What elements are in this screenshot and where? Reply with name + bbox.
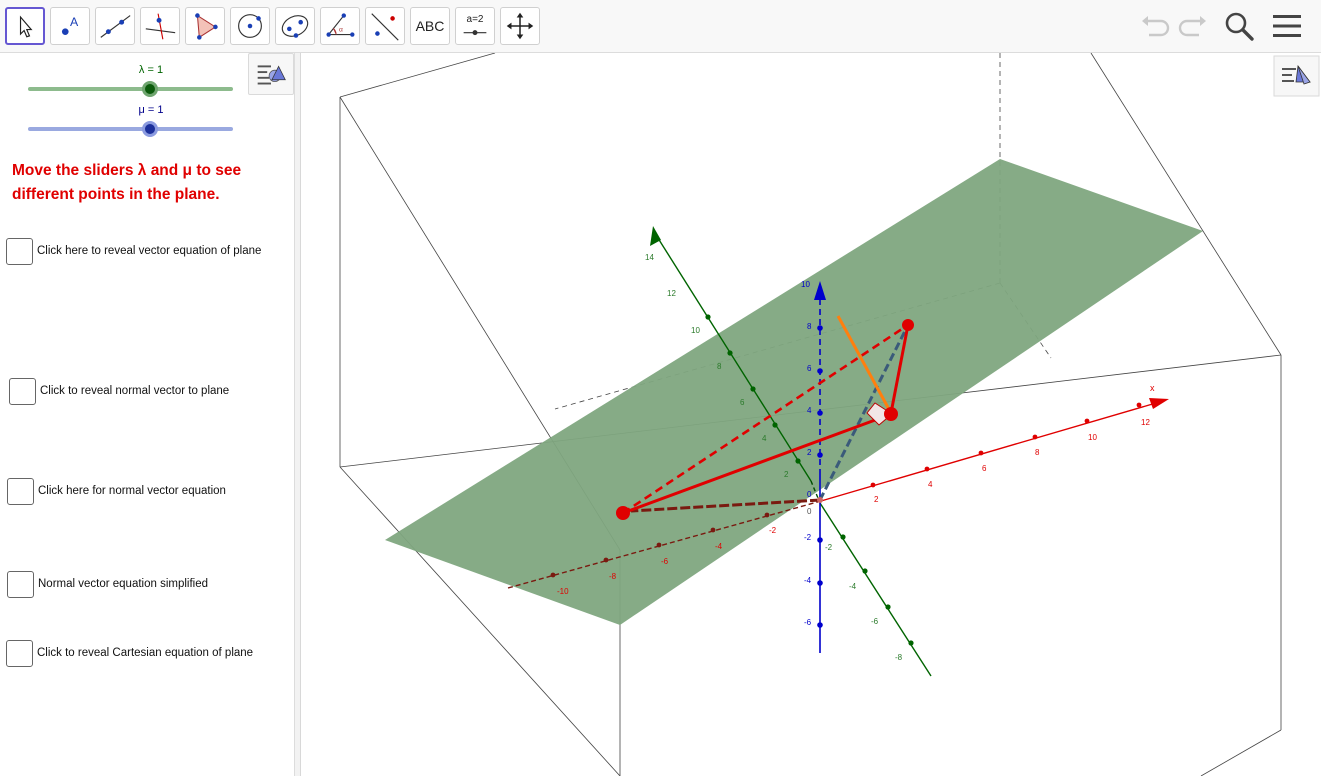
- move-arrows-icon: [506, 12, 534, 40]
- y-tick-label: 12: [667, 289, 676, 298]
- menu-icon: [1273, 15, 1301, 37]
- checkbox-label: Normal vector equation simplified: [38, 578, 209, 590]
- mu-slider-knob[interactable]: [142, 121, 158, 137]
- text-tool-label: ABC: [415, 18, 445, 34]
- checkbox-normal-vector-equation[interactable]: [7, 477, 34, 505]
- point-icon: A: [61, 15, 79, 35]
- z-tick-label: -4: [804, 576, 812, 585]
- move-tool-button[interactable]: [5, 7, 45, 45]
- polygon-tool-button[interactable]: [185, 7, 225, 45]
- y-tick-label: 6: [740, 398, 745, 407]
- scene-3d[interactable]: -10 -8 -6 -4 -2 2 4 6 8 10 12 x -8 -6 -4…: [301, 53, 1321, 776]
- y-tick-label: 4: [762, 434, 767, 443]
- slider-icon: [463, 30, 487, 36]
- x-tick-label: -6: [661, 557, 669, 566]
- graphics-style-bar-toggle[interactable]: [1273, 55, 1320, 97]
- search-button[interactable]: [1222, 9, 1258, 43]
- y-tick-label: 8: [717, 362, 722, 371]
- z-tick-label: -6: [804, 618, 812, 627]
- x-tick-label: 4: [928, 480, 933, 489]
- checkbox-label: Click to reveal Cartesian equation of pl…: [37, 647, 254, 659]
- lambda-slider-label: λ = 1: [138, 64, 164, 76]
- checkbox-cartesian-equation[interactable]: [6, 639, 33, 667]
- move-graphics-tool-button[interactable]: [500, 7, 540, 45]
- x-tick-label: -8: [609, 572, 617, 581]
- y-tick-label: -2: [825, 543, 833, 552]
- redo-button[interactable]: [1175, 9, 1211, 43]
- z-tick-label: 8: [807, 322, 812, 331]
- ellipse-icon: [281, 15, 309, 38]
- y-tick-label: 14: [645, 253, 654, 262]
- y-tick-label: -4: [849, 582, 857, 591]
- y-tick-label: -6: [871, 617, 879, 626]
- checkbox-label: Click to reveal normal vector to plane: [40, 385, 230, 397]
- polygon-icon: [195, 13, 218, 40]
- z-tick-label: 0: [807, 490, 812, 499]
- z-tick-label: 2: [807, 448, 812, 457]
- x-tick-label: -4: [715, 542, 723, 551]
- checkbox-label: Click here for normal vector equation: [38, 485, 226, 497]
- checkbox-row-vector-equation[interactable]: Click here to reveal vector equation of …: [6, 237, 261, 265]
- checkbox-normal-equation-simplified[interactable]: [7, 570, 34, 598]
- mu-slider-track[interactable]: [28, 127, 233, 131]
- x-tick-label: 8: [1035, 448, 1040, 457]
- lambda-slider-knob[interactable]: [142, 81, 158, 97]
- line-icon: [100, 15, 131, 38]
- line-tool-button[interactable]: [95, 7, 135, 45]
- x-tick-label: -2: [769, 526, 777, 535]
- svg-text:α: α: [339, 27, 343, 34]
- x-tick-label: 2: [874, 495, 879, 504]
- perpendicular-line-icon: [145, 13, 176, 40]
- angle-icon: α: [326, 13, 355, 37]
- z-tick-label: 6: [807, 364, 812, 373]
- mu-slider-label: μ = 1: [138, 104, 164, 116]
- checkbox-label: Click here to reveal vector equation of …: [37, 245, 262, 257]
- x-tick-label: 10: [1088, 433, 1097, 442]
- redo-icon: [1178, 16, 1206, 37]
- origin-label: 0: [807, 507, 812, 516]
- checkbox-vector-equation[interactable]: [6, 237, 33, 265]
- y-tick-label: 2: [784, 470, 789, 479]
- cursor-arrow-icon: [19, 15, 33, 38]
- toolbar: A α ABC a=2: [0, 0, 1321, 53]
- lambda-slider-track[interactable]: [28, 87, 233, 91]
- checkbox-row-normal-equation-simplified[interactable]: Normal vector equation simplified: [7, 570, 208, 598]
- checkbox-row-normal-vector-equation[interactable]: Click here for normal vector equation: [7, 477, 226, 505]
- conic-tool-button[interactable]: [275, 7, 315, 45]
- algebra-style-bar-toggle[interactable]: [248, 53, 294, 95]
- reflect-tool-button[interactable]: [365, 7, 405, 45]
- undo-button[interactable]: [1137, 9, 1173, 43]
- checkbox-row-cartesian-equation[interactable]: Click to reveal Cartesian equation of pl…: [6, 639, 253, 667]
- circle-tool-button[interactable]: [230, 7, 270, 45]
- style-bar-icon: [257, 65, 286, 85]
- main-menu-button[interactable]: [1269, 9, 1305, 43]
- algebra-panel: λ = 1 μ = 1 Move the sliders λ and μ to …: [0, 53, 295, 776]
- angle-tool-button[interactable]: α: [320, 7, 360, 45]
- search-icon: [1225, 12, 1254, 41]
- z-tick-label: -2: [804, 533, 812, 542]
- checkbox-row-normal-vector[interactable]: Click to reveal normal vector to plane: [9, 377, 229, 405]
- circle-icon: [238, 14, 262, 38]
- text-tool-button[interactable]: ABC: [410, 7, 450, 45]
- x-tick-label: -10: [557, 587, 569, 596]
- slider-tool-button[interactable]: a=2: [455, 7, 495, 45]
- y-tick-label: -8: [895, 653, 903, 662]
- z-tick-label: 10: [801, 280, 810, 289]
- reflect-icon: [371, 13, 399, 41]
- perpendicular-line-tool-button[interactable]: [140, 7, 180, 45]
- z-tick-label: 4: [807, 406, 812, 415]
- plane-surface[interactable]: [385, 159, 1203, 625]
- point-tool-button[interactable]: A: [50, 7, 90, 45]
- x-tick-label: 6: [982, 464, 987, 473]
- graphics-3d-view[interactable]: -10 -8 -6 -4 -2 2 4 6 8 10 12 x -8 -6 -4…: [301, 53, 1321, 776]
- checkbox-normal-vector[interactable]: [9, 377, 36, 405]
- svg-text:A: A: [70, 15, 79, 29]
- y-tick-label: 10: [691, 326, 700, 335]
- x-tick-label: 12: [1141, 418, 1150, 427]
- x-axis-label: x: [1150, 383, 1155, 393]
- instructions-text: Move the sliders λ and μ to see differen…: [12, 162, 242, 203]
- undo-icon: [1142, 16, 1170, 37]
